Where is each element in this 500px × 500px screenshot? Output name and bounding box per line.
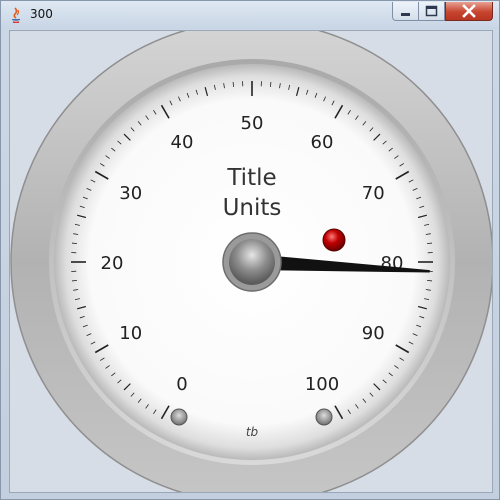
scale-label: 100 bbox=[305, 374, 339, 395]
scale-label: 70 bbox=[362, 183, 385, 204]
gauge-panel: 0 10 20 30 40 50 60 70 80 90 100 Title Units tb bbox=[9, 30, 493, 493]
close-button[interactable] bbox=[445, 2, 493, 21]
close-icon bbox=[462, 4, 476, 18]
gauge-footer-label: tb bbox=[246, 425, 259, 439]
java-app-icon bbox=[12, 7, 20, 23]
maximize-icon bbox=[425, 5, 438, 17]
window-title: 300 bbox=[30, 7, 53, 21]
scale-label: 50 bbox=[241, 113, 264, 134]
scale-label: 20 bbox=[101, 253, 124, 274]
radial-gauge: 0102030405060708090100 Title Units tb bbox=[10, 31, 492, 492]
minor-tick bbox=[232, 81, 235, 88]
minor-tick bbox=[269, 81, 272, 88]
minor-tick bbox=[426, 279, 433, 282]
minor-tick bbox=[71, 242, 78, 245]
minor-tick bbox=[426, 242, 433, 245]
scale-label: 10 bbox=[119, 323, 142, 344]
app-window: 30 0 0 10 20 30 40 50 60 70 80 90 100 Tit… bbox=[0, 0, 500, 500]
scale-label: 30 bbox=[119, 183, 142, 204]
minor-tick bbox=[71, 279, 78, 282]
minimize-icon bbox=[401, 13, 410, 16]
title-bar[interactable]: 300 bbox=[1, 1, 499, 29]
gauge-title: Title bbox=[226, 165, 276, 191]
maximize-button[interactable] bbox=[419, 2, 445, 21]
scale-label: 60 bbox=[311, 132, 334, 153]
needle-hub bbox=[229, 239, 275, 285]
scale-label: 90 bbox=[362, 323, 385, 344]
screw-left-icon bbox=[170, 408, 188, 426]
minimize-button[interactable] bbox=[392, 2, 419, 21]
led-indicator bbox=[322, 228, 346, 252]
scale-label: 40 bbox=[171, 132, 194, 153]
scale-label: 0 bbox=[176, 374, 187, 395]
screw-right-icon bbox=[315, 408, 333, 426]
gauge-units: Units bbox=[223, 195, 282, 221]
